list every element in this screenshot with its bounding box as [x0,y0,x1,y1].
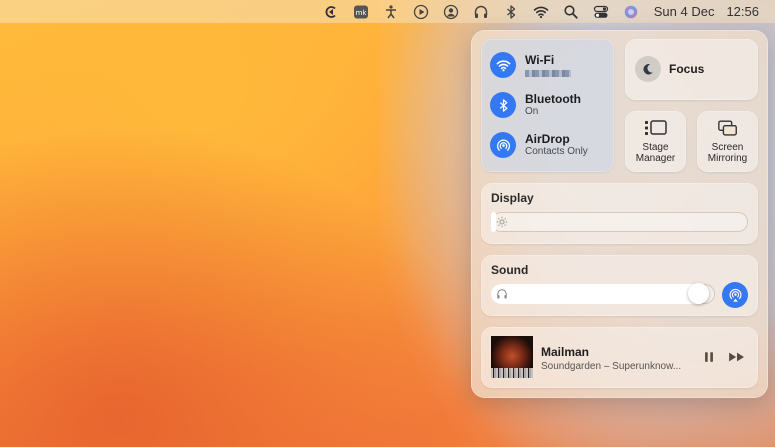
airdrop-row[interactable]: AirDrop Contacts Only [490,132,588,158]
network-tile: Wi-Fi Bluetooth On AirDrop Contacts Only [481,39,614,172]
menubar-time[interactable]: 12:56 [726,4,759,19]
bluetooth-status: On [525,106,539,117]
siri-icon[interactable] [623,4,639,20]
sound-label: Sound [491,263,529,277]
volume-knob[interactable] [688,283,709,304]
airdrop-icon[interactable] [490,132,516,158]
stage-manager-icon [625,119,686,137]
forward-icon[interactable] [727,349,747,365]
pause-icon[interactable] [701,349,717,365]
svg-text:mk: mk [355,9,367,17]
track-artist-album: Soundgarden – Superunknow... [541,361,682,372]
menubar-date[interactable]: Sun 4 Dec [654,4,715,19]
stage-manager-tile[interactable]: Stage Manager [625,111,686,172]
search-icon[interactable] [563,4,579,20]
app-c-icon[interactable] [323,4,339,20]
volume-fill [491,284,709,304]
play-circle-icon[interactable] [413,4,429,20]
wifi-network-name-redacted [525,70,571,77]
headphones-icon[interactable] [473,4,489,20]
brightness-slider[interactable] [491,212,748,232]
moon-icon [635,56,661,82]
mk-app-icon[interactable]: mk [353,4,369,20]
volume-slider[interactable] [491,283,715,304]
screen-mirroring-label-1: Screen [711,142,744,153]
stage-manager-label-2: Manager [635,153,676,164]
bluetooth-row[interactable]: Bluetooth On [490,92,581,118]
control-center-icon[interactable] [593,4,609,20]
menu-bar: mk Sun 4 Dec 12:56 [0,0,775,23]
screen-mirroring-label-2: Mirroring [707,153,748,164]
wifi-icon[interactable] [490,52,516,78]
display-tile: Display [481,183,758,244]
airplay-icon[interactable] [722,282,748,308]
accessibility-icon[interactable] [383,4,399,20]
wifi-icon[interactable] [533,4,549,20]
airdrop-status: Contacts Only [525,146,588,157]
focus-tile[interactable]: Focus [625,39,758,100]
sun-icon [496,216,508,228]
album-art [491,336,533,378]
wifi-row[interactable]: Wi-Fi [490,52,571,78]
screen-mirroring-tile[interactable]: Screen Mirroring [697,111,758,172]
focus-label: Focus [669,62,705,76]
bluetooth-title: Bluetooth [525,92,581,106]
track-title: Mailman [541,345,590,359]
control-center-panel: Wi-Fi Bluetooth On AirDrop Contacts Only [471,30,768,398]
now-playing-tile[interactable]: Mailman Soundgarden – Superunknow... [481,327,758,388]
bluetooth-icon[interactable] [503,4,519,20]
bluetooth-icon[interactable] [490,92,516,118]
user-circle-icon[interactable] [443,4,459,20]
sound-tile: Sound [481,255,758,316]
airdrop-title: AirDrop [525,132,570,146]
headphones-icon [497,289,507,299]
screen-mirroring-icon [697,119,758,137]
display-label: Display [491,191,534,205]
stage-manager-label-1: Stage [642,142,669,153]
wifi-title: Wi-Fi [525,53,555,67]
